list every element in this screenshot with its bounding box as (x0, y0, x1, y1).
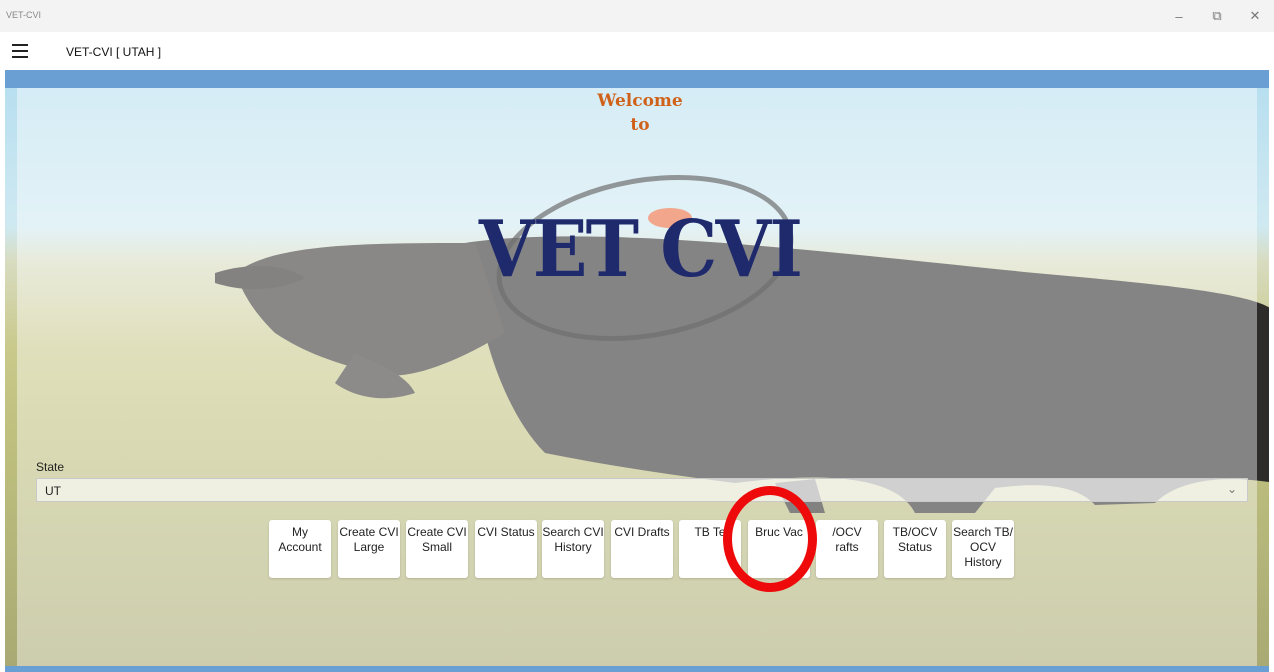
search-tb-ocv-history-button[interactable]: Search TB/ OCV History (952, 520, 1014, 578)
bottom-accent-bar (5, 666, 1269, 672)
accent-bar (5, 70, 1269, 88)
welcome-line-1: Welcome (597, 91, 683, 111)
image-overlay (17, 88, 1257, 666)
window-controls: – ⧉ ✕ (1160, 0, 1274, 32)
chevron-down-icon: ⌄ (1226, 482, 1237, 496)
welcome-line-2: to (630, 115, 650, 135)
close-icon[interactable]: ✕ (1236, 0, 1274, 32)
title-bar: VET-CVI – ⧉ ✕ (0, 0, 1274, 32)
search-cvi-history-button[interactable]: Search CVI History (542, 520, 604, 578)
welcome-text: Welcome to (590, 89, 690, 137)
tb-ocv-drafts-button[interactable]: /OCV rafts (816, 520, 878, 578)
vet-cvi-logo: VET CVI (460, 153, 820, 363)
highlight-circle (723, 486, 817, 592)
my-account-button[interactable]: My Account (269, 520, 331, 578)
state-select[interactable]: UT ⌄ (36, 478, 1248, 502)
window-title: VET-CVI (6, 10, 42, 20)
logo-text: VET CVI (478, 204, 803, 295)
cvi-drafts-button[interactable]: CVI Drafts (611, 520, 673, 578)
restore-icon[interactable]: ⧉ (1198, 0, 1236, 32)
state-select-value: UT (45, 484, 61, 498)
state-label: State (36, 460, 65, 474)
background-image (5, 88, 1269, 666)
create-cvi-small-button[interactable]: Create CVI Small (406, 520, 468, 578)
cvi-status-button[interactable]: CVI Status (475, 520, 537, 578)
create-cvi-large-button[interactable]: Create CVI Large (338, 520, 400, 578)
minimize-icon[interactable]: – (1160, 0, 1198, 32)
app-header: VET-CVI [ UTAH ] (0, 32, 1274, 70)
hamburger-icon[interactable] (12, 44, 28, 62)
tb-ocv-status-button[interactable]: TB/OCV Status (884, 520, 946, 578)
header-title: VET-CVI [ UTAH ] (66, 45, 162, 59)
